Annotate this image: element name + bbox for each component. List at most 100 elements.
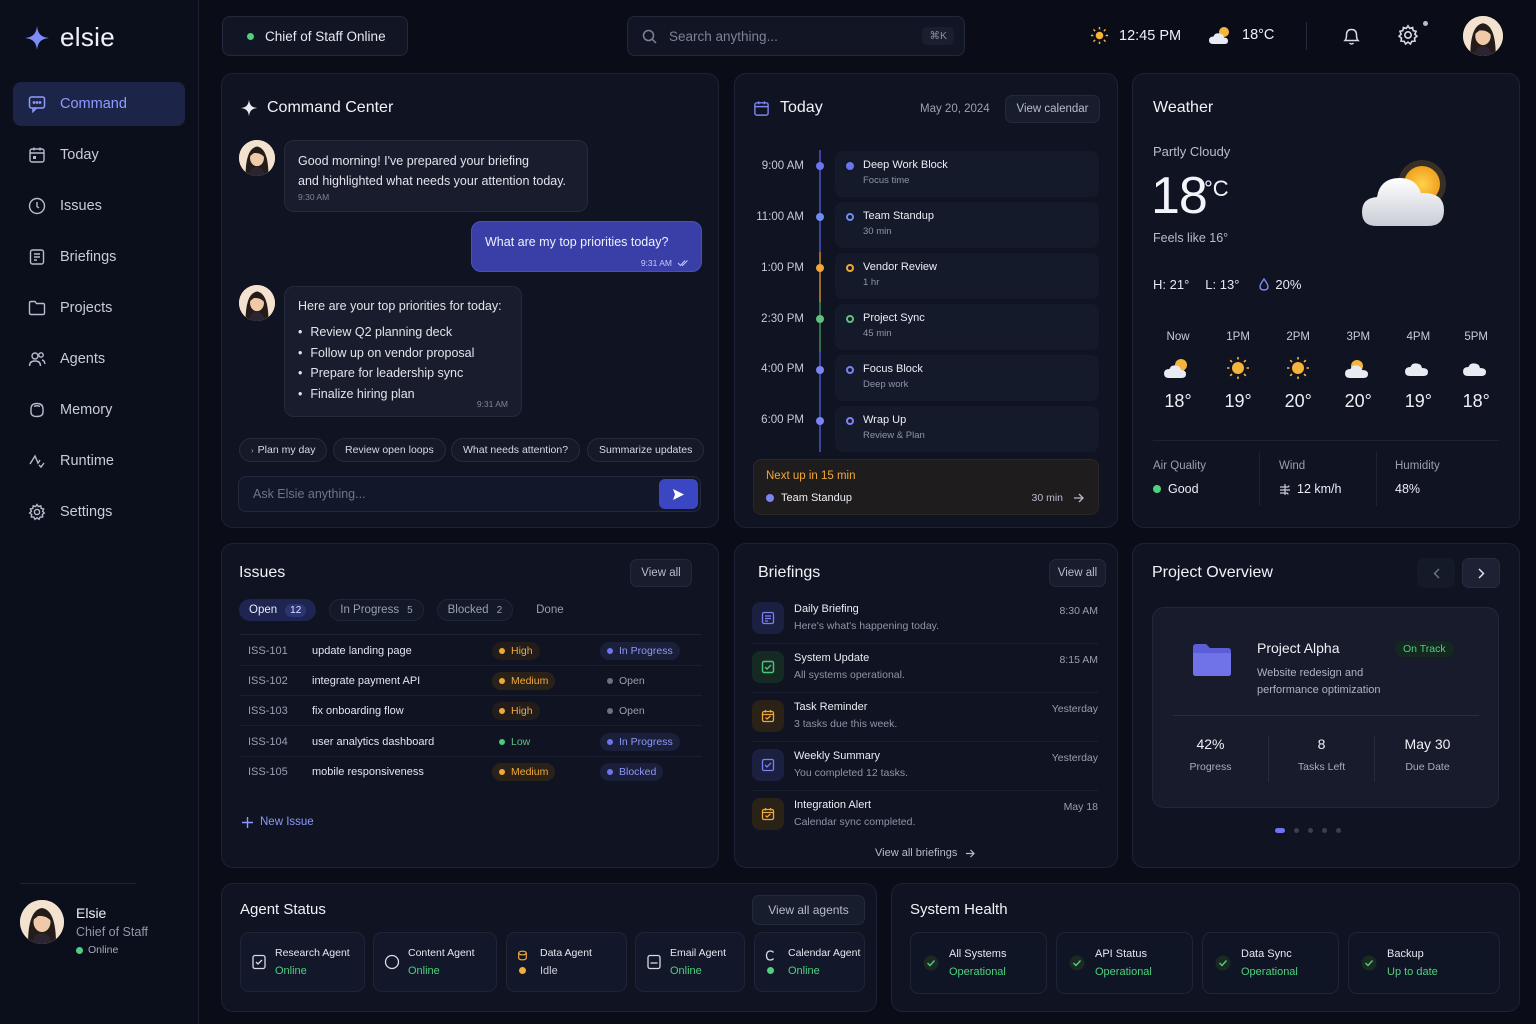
suggestion-chip[interactable]: › Plan my day <box>239 438 328 462</box>
carousel-dot[interactable] <box>1308 828 1313 833</box>
tab-count: 2 <box>496 604 503 616</box>
carousel-dot[interactable] <box>1322 828 1327 833</box>
view-calendar-button[interactable]: View calendar <box>1005 95 1100 123</box>
search-input[interactable]: Search anything... <box>669 29 778 44</box>
agent-content[interactable]: Content Agent Online <box>373 932 497 992</box>
tab-label: In Progress <box>340 604 400 616</box>
project-detail-card[interactable]: Project Alpha On Track Website redesign … <box>1152 607 1499 808</box>
suggestion-chip[interactable]: Review open loops <box>333 438 446 462</box>
calendar-event[interactable]: Deep Work Block Focus time <box>835 151 1099 197</box>
sidebar-item-settings[interactable]: Settings <box>13 490 185 534</box>
briefing-time: Yesterday <box>1051 703 1098 715</box>
briefing-item[interactable]: Daily Briefing Here's what's happening to… <box>752 602 1098 644</box>
user-role: Chief of Staff <box>76 925 149 939</box>
hourly-item: 1PM 19° <box>1208 331 1268 412</box>
briefing-item[interactable]: Weekly Summary You completed 12 tasks. Ye… <box>752 749 1098 791</box>
agent-research[interactable]: Research Agent Online <box>240 932 365 992</box>
sidebar-item-briefings[interactable]: Briefings <box>13 235 185 279</box>
tab-done[interactable]: Done <box>526 599 574 621</box>
table-row[interactable]: ISS-102 integrate payment API Medium Ope… <box>240 666 702 696</box>
agent-icon-stack <box>517 950 528 974</box>
arrow-right-icon[interactable] <box>1073 493 1084 503</box>
stat-value: 42% <box>1196 736 1225 752</box>
divider <box>1173 715 1479 716</box>
table-row[interactable]: ISS-101 update landing page High In Prog… <box>240 636 702 666</box>
table-row[interactable]: ISS-103 fix onboarding flow High Open <box>240 696 702 726</box>
suggestion-chip[interactable]: Summarize updates <box>587 438 705 462</box>
partly-cloudy-icon <box>1164 359 1188 378</box>
status-pill[interactable]: Chief of Staff Online <box>222 16 408 56</box>
tab-blocked[interactable]: Blocked 2 <box>436 599 514 621</box>
new-issue-button[interactable]: New Issue <box>242 816 314 828</box>
next-project-button[interactable] <box>1462 558 1500 588</box>
status-badge: In Progress <box>600 641 680 660</box>
message-time: 9:30 AM <box>298 192 330 202</box>
status-label: Chief of Staff Online <box>265 28 386 44</box>
sidebar-item-memory[interactable]: Memory <box>13 388 185 432</box>
event-title: Focus Block <box>863 363 923 375</box>
view-all-agents-button[interactable]: View all agents <box>752 895 865 925</box>
content-icon <box>384 954 400 970</box>
agent-email[interactable]: Email Agent Online <box>635 932 745 992</box>
event-sub: 1 hr <box>863 277 880 288</box>
calendar-event[interactable]: Team Standup 30 min <box>835 202 1099 248</box>
app-logo[interactable]: elsie <box>24 22 115 53</box>
calendar-event[interactable]: Vendor Review 1 hr <box>835 253 1099 299</box>
sidebar-item-command[interactable]: Command <box>13 82 185 126</box>
search-bar[interactable]: Search anything... ⌘K <box>627 16 965 56</box>
table-row[interactable]: ISS-104 user analytics dashboard Low In … <box>240 727 702 757</box>
view-all-briefings-link[interactable]: View all briefings <box>875 847 976 859</box>
event-title: Wrap Up <box>863 414 907 426</box>
view-all-briefings-button[interactable]: View all <box>1049 559 1106 587</box>
user-profile[interactable]: Elsie Chief of Staff Online <box>20 900 148 956</box>
briefing-title: Integration Alert <box>794 799 872 811</box>
notifications-button[interactable] <box>1342 26 1361 46</box>
carousel-dot[interactable] <box>1336 828 1341 833</box>
status-dot <box>767 967 774 974</box>
table-row[interactable]: ISS-105 mobile responsiveness Medium Blo… <box>240 757 702 787</box>
chip-label: Summarize updates <box>599 444 693 456</box>
agent-calendar[interactable]: Calendar Agent Online <box>754 932 865 992</box>
next-up-card[interactable]: Next up in 15 min Team Standup 30 min <box>753 459 1099 515</box>
sidebar-item-projects[interactable]: Projects <box>13 286 185 330</box>
card-title: Agent Status <box>240 901 326 918</box>
tab-in-progress[interactable]: In Progress 5 <box>329 599 424 621</box>
system-status: Up to date <box>1387 966 1438 978</box>
suggestion-chip[interactable]: What needs attention? <box>451 438 581 462</box>
sidebar-item-issues[interactable]: Issues <box>13 184 185 228</box>
sidebar-item-agents[interactable]: Agents <box>13 337 185 381</box>
stat-label: Progress <box>1189 761 1232 773</box>
chip-label: What needs attention? <box>463 444 569 456</box>
folder-icon <box>28 300 46 316</box>
message-time: 9:31 AM <box>640 258 672 268</box>
carousel-dot[interactable] <box>1294 828 1299 833</box>
clock: 12:45 PM <box>1090 26 1181 45</box>
calendar-event[interactable]: Project Sync 45 min <box>835 304 1099 350</box>
briefing-item[interactable]: System Update All systems operational. 8:… <box>752 651 1098 693</box>
agent-data[interactable]: Data Agent Idle <box>506 932 627 992</box>
view-all-issues-button[interactable]: View all <box>630 559 692 587</box>
check-square-icon <box>752 651 784 683</box>
divider <box>752 790 1098 791</box>
research-icon <box>252 954 266 970</box>
sidebar-item-runtime[interactable]: Runtime <box>13 439 185 483</box>
sidebar-nav: Command Today Issues Briefings Projects … <box>13 82 185 541</box>
sidebar-item-today[interactable]: Today <box>13 133 185 177</box>
send-button[interactable] <box>659 479 698 509</box>
tab-open[interactable]: Open 12 <box>239 599 317 621</box>
calendar-event[interactable]: Wrap Up Review & Plan <box>835 406 1099 452</box>
briefing-item[interactable]: Integration Alert Calendar sync completed… <box>752 798 1098 840</box>
users-icon <box>28 352 46 367</box>
hourly-item: 2PM 20° <box>1268 331 1328 412</box>
carousel-dot-active[interactable] <box>1275 828 1285 833</box>
settings-button[interactable] <box>1397 21 1428 46</box>
briefing-item[interactable]: Task Reminder 3 tasks due this week. Yest… <box>752 700 1098 742</box>
sidebar-item-label: Memory <box>60 402 113 418</box>
briefing-title: System Update <box>794 652 870 664</box>
calendar-event[interactable]: Focus Block Deep work <box>835 355 1099 401</box>
chat-input[interactable]: Ask Elsie anything... <box>238 476 701 512</box>
new-issue-label: New Issue <box>260 816 314 828</box>
prev-project-button[interactable] <box>1417 558 1455 588</box>
message-text: and highlighted what needs your attentio… <box>298 174 567 188</box>
avatar[interactable] <box>1463 16 1503 56</box>
